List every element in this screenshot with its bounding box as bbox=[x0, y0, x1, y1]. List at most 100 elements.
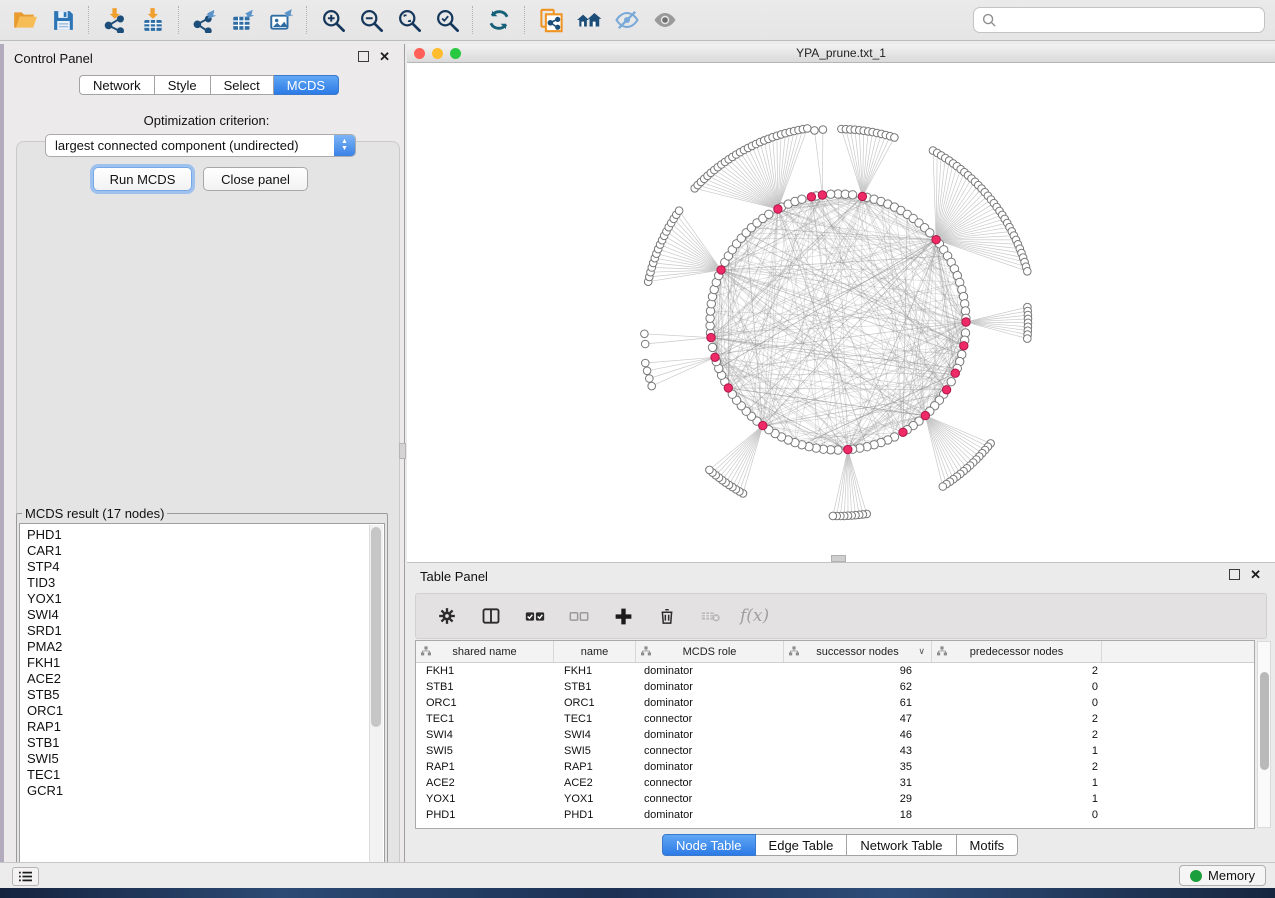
canvas-splitter-handle[interactable] bbox=[831, 555, 846, 562]
mcds-result-item[interactable]: TID3 bbox=[27, 575, 384, 591]
first-neighbors-icon[interactable] bbox=[570, 3, 608, 37]
select-none-unchecked-icon[interactable] bbox=[564, 599, 594, 633]
panel-splitter-handle[interactable] bbox=[399, 443, 406, 459]
tab-network[interactable]: Network bbox=[79, 75, 155, 95]
desktop-wallpaper bbox=[0, 888, 1275, 898]
split-columns-icon[interactable] bbox=[476, 599, 506, 633]
delete-column-icon[interactable] bbox=[652, 599, 682, 633]
dominator-node[interactable] bbox=[717, 266, 725, 274]
zoom-selected-icon[interactable] bbox=[428, 3, 466, 37]
table-row[interactable]: RAP1RAP1dominator352 bbox=[416, 759, 1254, 775]
copy-network-icon[interactable] bbox=[532, 3, 570, 37]
mcds-result-item[interactable]: SWI5 bbox=[27, 751, 384, 767]
run-mcds-button[interactable]: Run MCDS bbox=[93, 167, 192, 191]
dominator-node[interactable] bbox=[899, 428, 907, 436]
export-table-icon[interactable] bbox=[224, 3, 262, 37]
column-header-shared-name[interactable]: shared name bbox=[416, 641, 554, 662]
column-header-successor-nodes[interactable]: successor nodes∨ bbox=[784, 641, 932, 662]
mcds-result-item[interactable]: PMA2 bbox=[27, 639, 384, 655]
dominator-node[interactable] bbox=[724, 384, 732, 392]
float-panel-icon[interactable] bbox=[358, 51, 369, 62]
refresh-icon[interactable] bbox=[480, 3, 518, 37]
mcds-result-item[interactable]: YOX1 bbox=[27, 591, 384, 607]
table-row[interactable]: SWI4SWI4dominator462 bbox=[416, 727, 1254, 743]
zoom-fit-icon[interactable] bbox=[390, 3, 428, 37]
column-header-name[interactable]: name bbox=[554, 641, 636, 662]
network-graph[interactable] bbox=[407, 63, 1275, 562]
dominator-node[interactable] bbox=[960, 342, 968, 350]
dominator-node[interactable] bbox=[844, 445, 852, 453]
mcds-result-list[interactable]: PHD1CAR1STP4TID3YOX1SWI4SRD1PMA2FKH1ACE2… bbox=[19, 523, 385, 875]
mcds-result-item[interactable]: RAP1 bbox=[27, 719, 384, 735]
table-row[interactable]: YOX1YOX1connector291 bbox=[416, 791, 1254, 807]
search-box[interactable] bbox=[973, 7, 1265, 33]
table-row[interactable]: ACE2ACE2connector311 bbox=[416, 775, 1254, 791]
tab-node-table[interactable]: Node Table bbox=[662, 834, 756, 856]
node-table[interactable]: shared namenameMCDS rolesuccessor nodes∨… bbox=[415, 640, 1255, 829]
mcds-result-item[interactable]: TEC1 bbox=[27, 767, 384, 783]
network-canvas[interactable] bbox=[407, 63, 1275, 562]
dominator-node[interactable] bbox=[818, 191, 826, 199]
optimization-dropdown[interactable]: largest connected component (undirected)… bbox=[45, 134, 356, 157]
mcds-result-item[interactable]: CAR1 bbox=[27, 543, 384, 559]
dominator-node[interactable] bbox=[942, 386, 950, 394]
mcds-result-item[interactable]: STP4 bbox=[27, 559, 384, 575]
float-table-panel-icon[interactable] bbox=[1229, 569, 1240, 580]
mcds-result-item[interactable]: GCR1 bbox=[27, 783, 384, 799]
dominator-node[interactable] bbox=[807, 193, 815, 201]
dominator-node[interactable] bbox=[759, 421, 767, 429]
table-row[interactable]: TEC1TEC1connector472 bbox=[416, 711, 1254, 727]
mcds-result-item[interactable]: ORC1 bbox=[27, 703, 384, 719]
export-image-icon[interactable] bbox=[262, 3, 300, 37]
import-table-icon[interactable] bbox=[134, 3, 172, 37]
tab-mcds[interactable]: MCDS bbox=[274, 75, 339, 95]
dominator-node[interactable] bbox=[774, 205, 782, 213]
tab-motifs[interactable]: Motifs bbox=[957, 834, 1019, 856]
zoom-in-icon[interactable] bbox=[314, 3, 352, 37]
select-all-checked-icon[interactable] bbox=[520, 599, 550, 633]
close-panel-button[interactable]: Close panel bbox=[203, 167, 308, 191]
tab-network-table[interactable]: Network Table bbox=[847, 834, 956, 856]
zoom-out-icon[interactable] bbox=[352, 3, 390, 37]
table-row[interactable]: FKH1FKH1dominator962 bbox=[416, 663, 1254, 679]
add-column-icon[interactable] bbox=[608, 599, 638, 633]
import-network-icon[interactable] bbox=[96, 3, 134, 37]
mcds-result-item[interactable]: STB5 bbox=[27, 687, 384, 703]
save-icon[interactable] bbox=[44, 3, 82, 37]
mcds-result-item[interactable]: SRD1 bbox=[27, 623, 384, 639]
column-header-predecessor-nodes[interactable]: predecessor nodes bbox=[932, 641, 1102, 662]
tab-edge-table[interactable]: Edge Table bbox=[756, 834, 848, 856]
memory-button[interactable]: Memory bbox=[1179, 865, 1266, 886]
task-history-button[interactable] bbox=[12, 867, 39, 886]
mcds-result-item[interactable]: PHD1 bbox=[27, 527, 384, 543]
dominator-node[interactable] bbox=[858, 192, 866, 200]
dominator-node[interactable] bbox=[707, 333, 715, 341]
dominator-node[interactable] bbox=[932, 236, 940, 244]
network-window-titlebar[interactable]: YPA_prune.txt_1 bbox=[407, 44, 1275, 63]
show-all-icon[interactable] bbox=[646, 3, 684, 37]
export-network-icon[interactable] bbox=[186, 3, 224, 37]
table-row[interactable]: ORC1ORC1dominator610 bbox=[416, 695, 1254, 711]
dominator-node[interactable] bbox=[921, 411, 929, 419]
hide-selected-icon[interactable] bbox=[608, 3, 646, 37]
settings-gear-icon[interactable] bbox=[432, 599, 462, 633]
close-table-panel-icon[interactable]: ✕ bbox=[1250, 570, 1261, 579]
mcds-result-item[interactable]: ACE2 bbox=[27, 671, 384, 687]
search-input[interactable] bbox=[1003, 12, 1264, 29]
tab-style[interactable]: Style bbox=[155, 75, 211, 95]
mcds-list-scrollbar[interactable] bbox=[369, 525, 383, 873]
table-row[interactable]: STB1STB1dominator620 bbox=[416, 679, 1254, 695]
table-row[interactable]: PHD1PHD1dominator180 bbox=[416, 807, 1254, 823]
column-header-MCDS-role[interactable]: MCDS role bbox=[636, 641, 784, 662]
mcds-result-item[interactable]: STB1 bbox=[27, 735, 384, 751]
table-scrollbar[interactable] bbox=[1257, 641, 1271, 828]
tab-select[interactable]: Select bbox=[211, 75, 274, 95]
open-file-icon[interactable] bbox=[6, 3, 44, 37]
mcds-result-item[interactable]: SWI4 bbox=[27, 607, 384, 623]
table-row[interactable]: SWI5SWI5connector431 bbox=[416, 743, 1254, 759]
dominator-node[interactable] bbox=[951, 369, 959, 377]
mcds-result-item[interactable]: FKH1 bbox=[27, 655, 384, 671]
dominator-node[interactable] bbox=[711, 353, 719, 361]
dominator-node[interactable] bbox=[962, 318, 970, 326]
close-panel-icon[interactable]: ✕ bbox=[379, 52, 390, 61]
